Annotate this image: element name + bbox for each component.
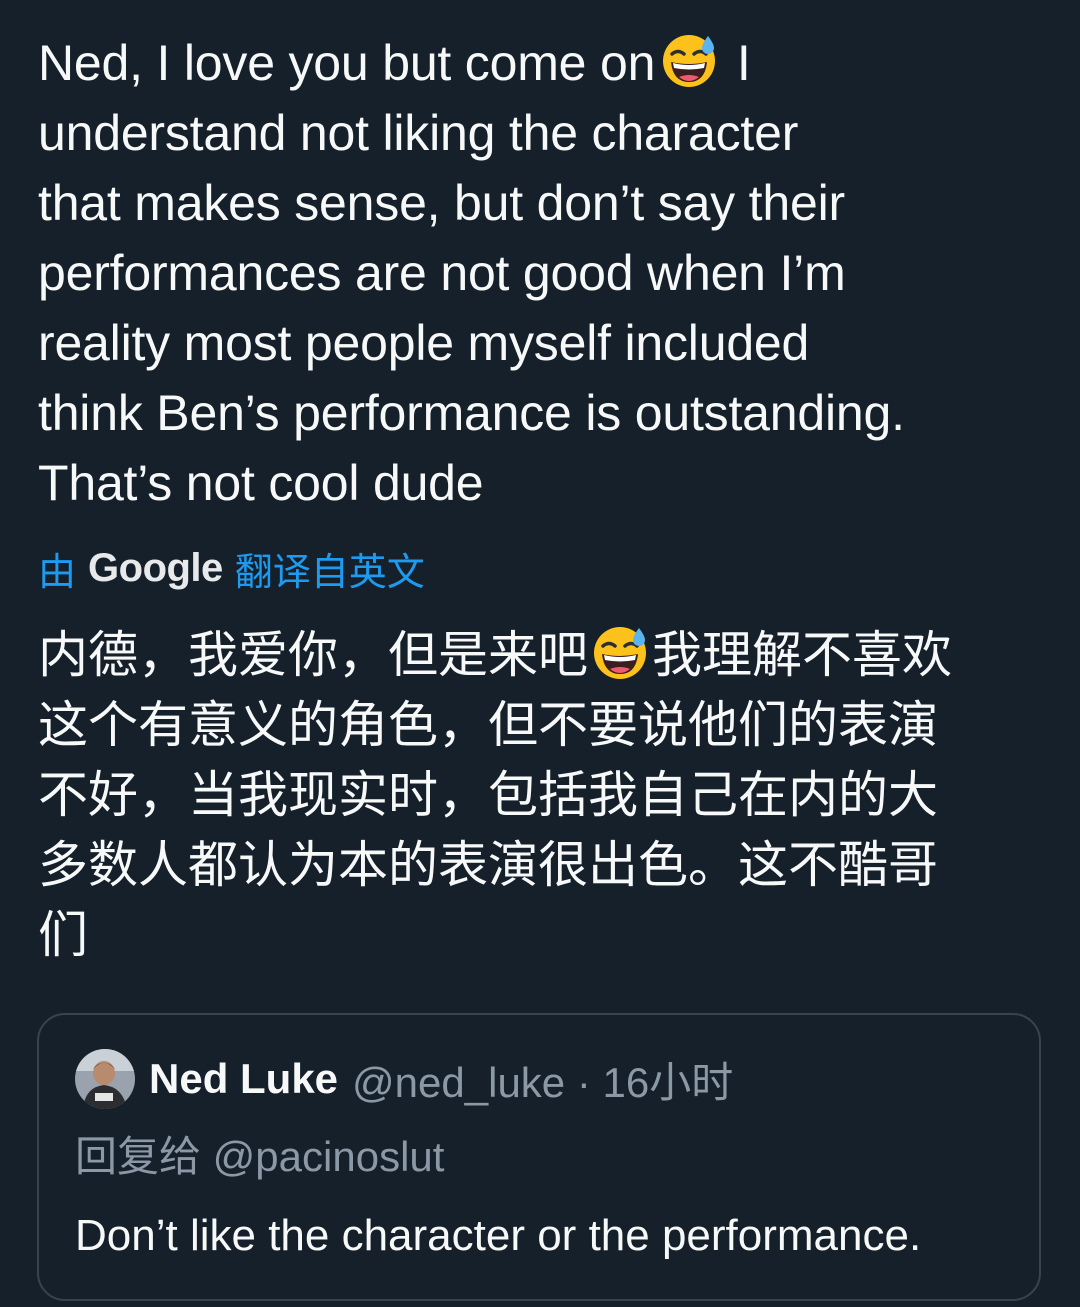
quoted-tweet-text: Don’t like the character or the performa… [75,1211,922,1260]
display-name[interactable]: Ned Luke [149,1055,338,1103]
tweet-text: Ned, I love you but come on I understand… [38,28,1048,518]
separator: · [565,1058,603,1106]
quoted-tweet-card[interactable]: Ned Luke @ned_luke · 16小时 回复给 @pacinoslu… [37,1013,1041,1301]
avatar[interactable] [75,1049,135,1109]
grinning-face-with-sweat-emoji-icon [663,35,716,87]
user-handle[interactable]: @ned_luke [352,1059,565,1106]
avatar-icon [75,1049,135,1109]
translated-text: 内德，我爱你，但是来吧 我理解不喜欢 这个有意义的角色，但不要说他们的表演 不好… [38,620,1048,970]
translated-text-part1: 内德，我爱你，但是来吧 [38,626,588,684]
tweet-text-part1: Ned, I love you but come on [38,35,656,91]
translation-prefix: 由 [38,551,77,594]
translation-attribution[interactable]: 由 Google 翻译自英文 [38,538,425,598]
grinning-face-with-sweat-emoji-icon [594,627,646,679]
timestamp[interactable]: 16小时 [603,1059,734,1106]
translation-source-link[interactable]: 翻译自英文 [235,541,425,596]
handle-and-time: @ned_luke · 16小时 [352,1049,733,1110]
tweet-text-part2: I understand not liking the character th… [38,35,905,511]
quoted-tweet-header: Ned Luke @ned_luke · 16小时 [75,1047,733,1111]
google-logo: Google [88,545,223,590]
reply-to: 回复给 @pacinoslut [75,1133,445,1180]
